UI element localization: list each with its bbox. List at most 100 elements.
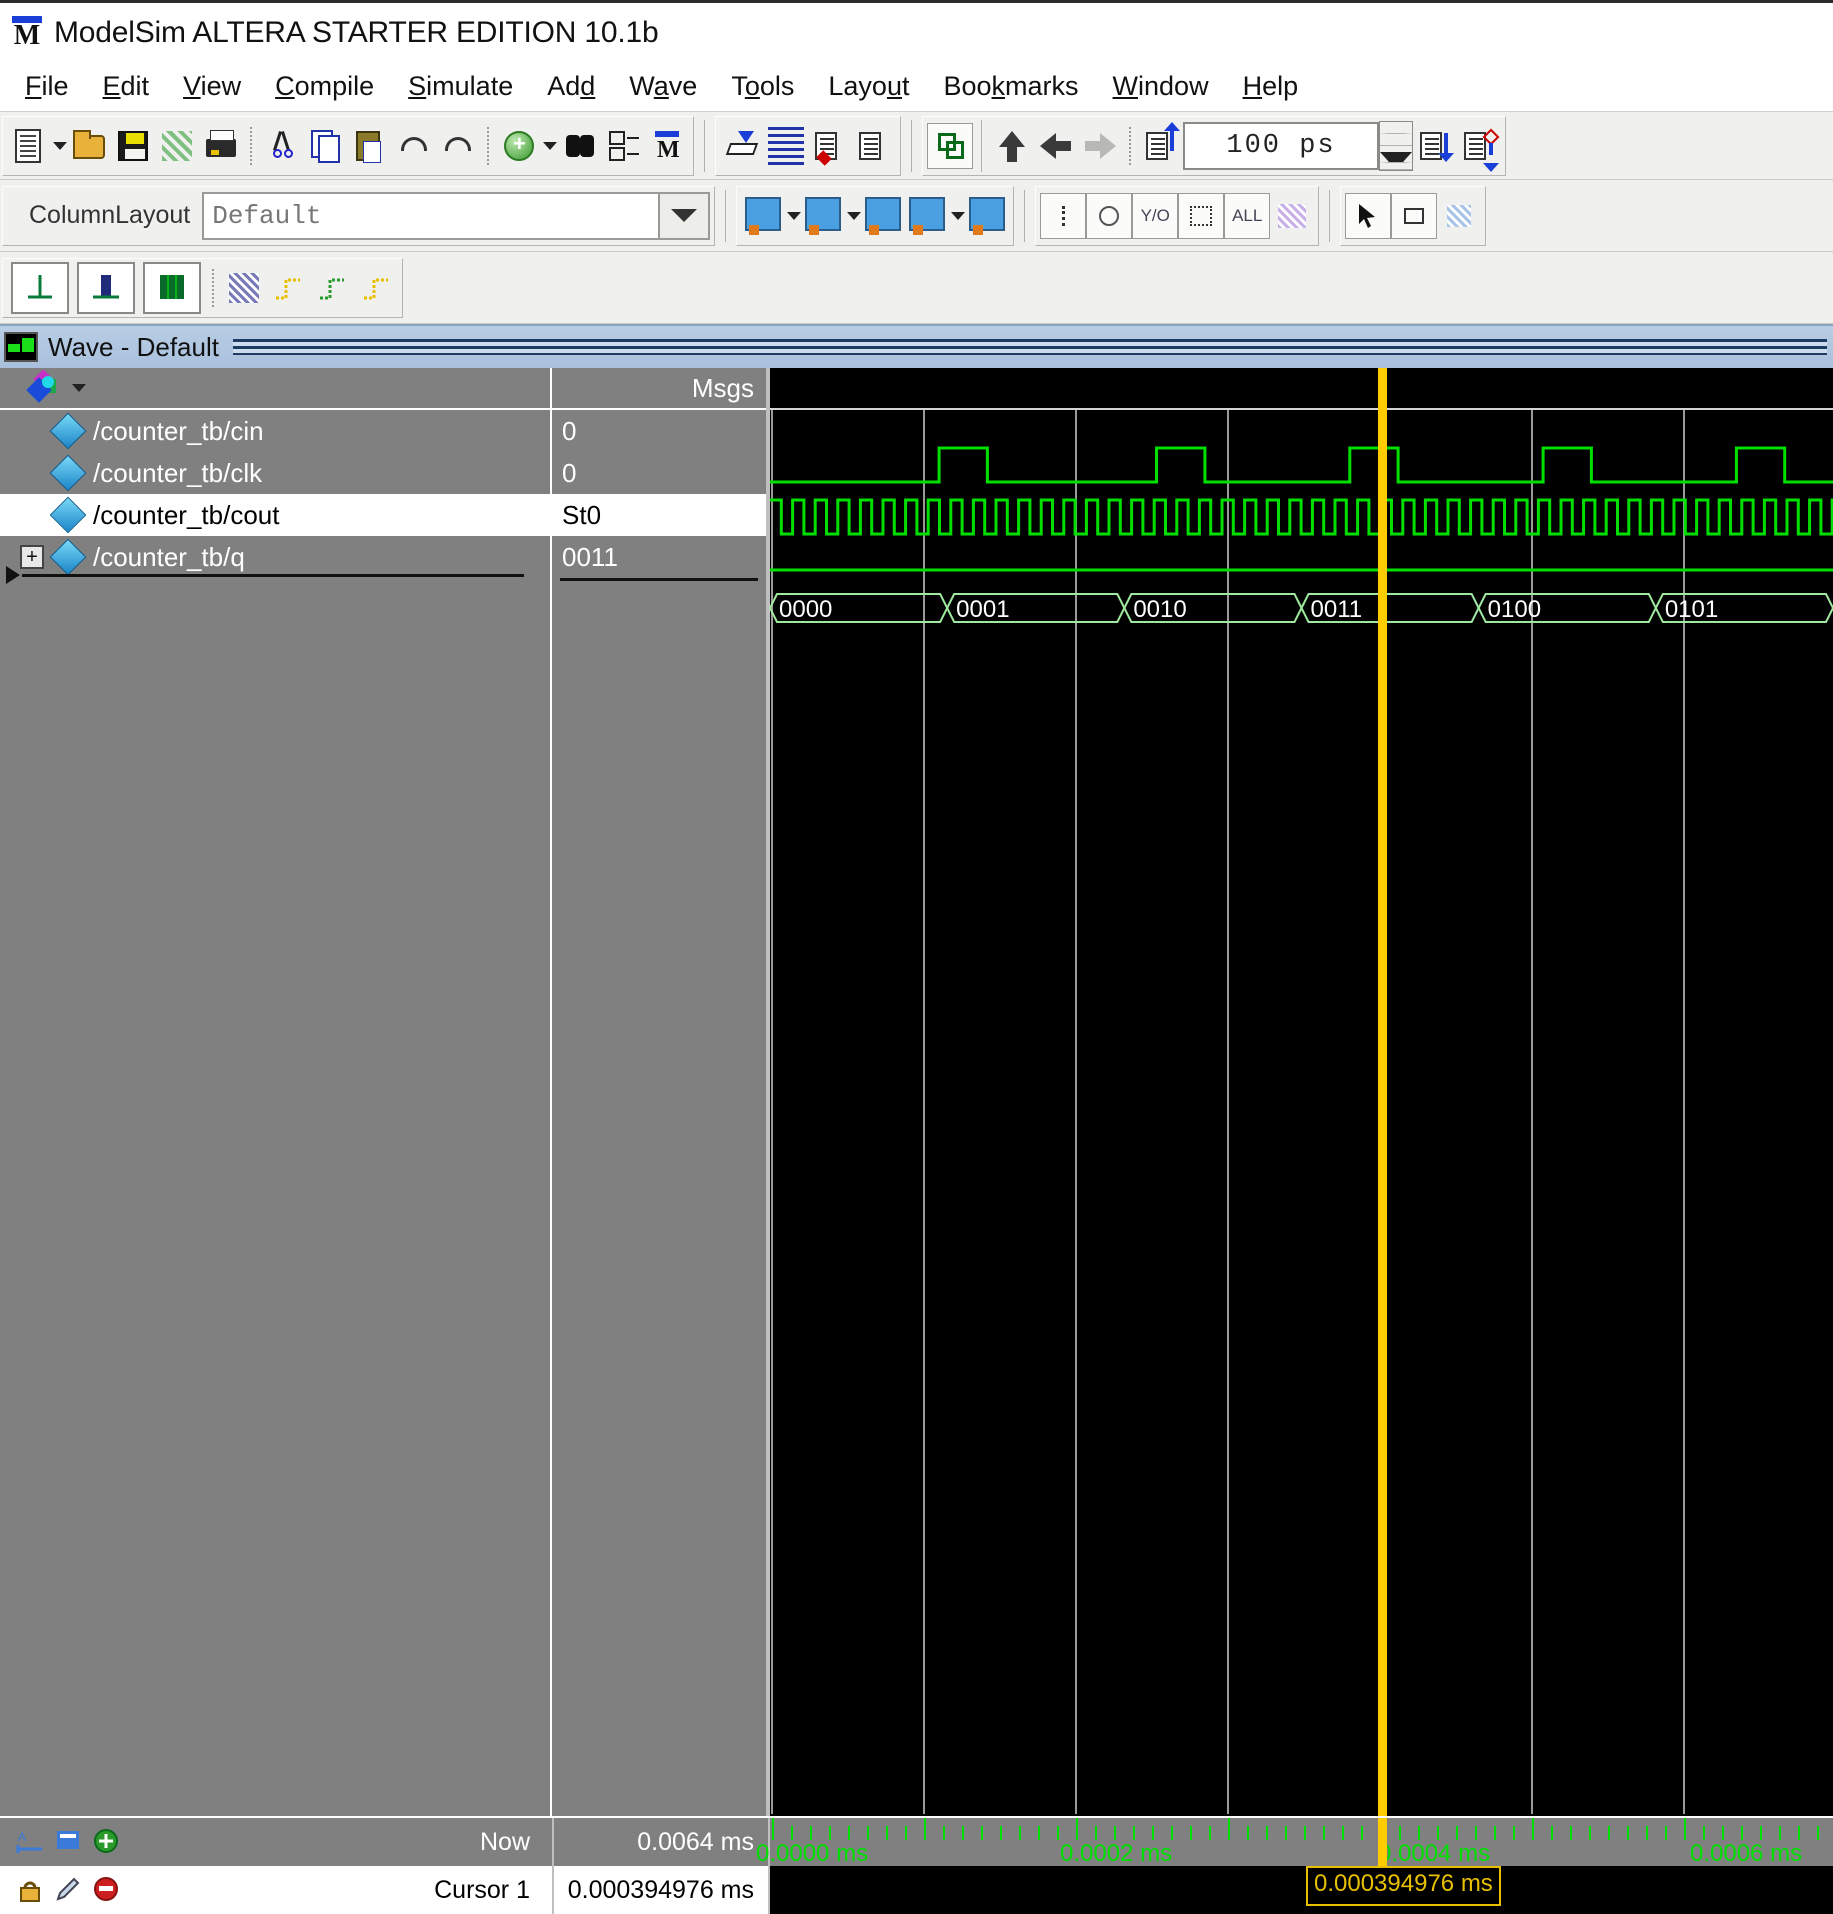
compile-icon[interactable] <box>720 122 764 170</box>
menu-wave[interactable]: Wave <box>612 69 714 104</box>
delete-cursor-icon[interactable] <box>92 1875 122 1905</box>
save-icon[interactable] <box>111 122 155 170</box>
menu-tools[interactable]: Tools <box>714 69 811 104</box>
run-continue-icon[interactable] <box>1457 122 1501 172</box>
grid-icon[interactable] <box>905 192 949 240</box>
waveform-top-band <box>770 368 1833 410</box>
time-ruler[interactable]: 0.0000 ms 0.0002 ms 0.0004 ms 0.0006 ms <box>756 1818 1833 1867</box>
menu-window[interactable]: Window <box>1096 69 1226 104</box>
timeline-area[interactable]: 0.0000 ms 0.0002 ms 0.0004 ms 0.0006 ms 0.0… <box>756 1818 1833 1914</box>
step-back-icon[interactable] <box>1034 122 1078 170</box>
add-wave-icon[interactable] <box>497 122 541 170</box>
undo-icon[interactable] <box>392 122 436 170</box>
insert-cursor-dropdown-icon[interactable] <box>787 211 802 220</box>
columnlayout-combo-input[interactable]: Default <box>202 191 661 240</box>
reload-icon[interactable] <box>155 122 199 170</box>
ruler-tick <box>1171 1826 1173 1840</box>
wave-fill-icon[interactable] <box>222 264 266 312</box>
simulation-time-stepper[interactable] <box>1379 120 1413 171</box>
paste-icon[interactable] <box>348 122 392 170</box>
wave-edit-step3-icon[interactable] <box>354 264 398 312</box>
wave-bus-icon[interactable] <box>143 261 201 314</box>
open-folder-icon[interactable] <box>67 122 111 170</box>
menu-help[interactable]: Help <box>1226 69 1316 104</box>
step-forward-icon[interactable] <box>1078 122 1122 170</box>
new-document-icon[interactable] <box>7 122 51 170</box>
zoom-cursor-dropdown-icon[interactable] <box>847 211 862 220</box>
cursor-label: Cursor 1 <box>434 1875 530 1904</box>
time-stepper-down[interactable] <box>1380 145 1412 170</box>
wave-panel-titlebar[interactable]: Wave - Default <box>0 324 1833 368</box>
chevron-down-icon[interactable] <box>660 191 711 240</box>
arrow-select-icon[interactable] <box>1345 192 1392 239</box>
signal-row-q[interactable]: + /counter_tb/q <box>0 536 550 578</box>
highlight-icon[interactable] <box>1270 192 1314 240</box>
wave-panel-drag-handle[interactable] <box>232 339 1827 355</box>
now-marker-icon[interactable]: A <box>16 1827 46 1857</box>
expand-signal-icon[interactable]: + <box>20 545 44 569</box>
cursor-1-time-label[interactable]: 0.000394976 ms <box>1306 1866 1501 1906</box>
ruler-tick <box>1437 1826 1439 1840</box>
waveform-canvas[interactable]: 0000 0001 0010 0011 0100 0101 <box>768 368 1833 1816</box>
menu-add[interactable]: Add <box>530 69 612 104</box>
zoom-in-cursor-icon[interactable] <box>801 192 845 240</box>
signal-group-icon[interactable] <box>26 369 62 403</box>
copy-icon[interactable] <box>304 122 348 170</box>
cut-icon[interactable] <box>260 122 304 170</box>
signal-row-clk[interactable]: /counter_tb/clk <box>0 452 550 494</box>
menu-layout[interactable]: Layout <box>811 69 926 104</box>
grid-dropdown-icon[interactable] <box>951 211 966 220</box>
redo-icon[interactable] <box>436 122 480 170</box>
zoom-mode-icon[interactable] <box>1437 192 1481 240</box>
wave-snapshot-icon[interactable] <box>54 1827 84 1857</box>
ruler-tick <box>1494 1826 1496 1840</box>
wave-pulse-icon[interactable] <box>77 261 135 314</box>
step-up-icon[interactable] <box>990 122 1034 170</box>
signal-row-cin[interactable]: /counter_tb/cin <box>0 410 550 452</box>
cursor-1-line[interactable] <box>1378 368 1387 1816</box>
menu-edit[interactable]: Edit <box>86 69 167 104</box>
regenerate-icon[interactable] <box>927 122 973 169</box>
menu-simulate[interactable]: Simulate <box>391 69 530 104</box>
lock-cursor-icon[interactable] <box>16 1875 46 1905</box>
menu-compile[interactable]: Compile <box>258 69 391 104</box>
signal-group-dropdown-icon[interactable] <box>72 384 86 392</box>
insert-mode-icon[interactable] <box>1040 192 1087 239</box>
edit-wave-icon[interactable] <box>965 192 1009 240</box>
find-icon[interactable] <box>557 122 601 170</box>
ruler-tick <box>981 1826 983 1840</box>
ruler-tick <box>810 1826 812 1840</box>
wave-edit-step-icon[interactable] <box>266 264 310 312</box>
zoom-box-icon[interactable] <box>1391 192 1438 239</box>
new-document-dropdown-icon[interactable] <box>53 141 67 150</box>
simulate-icon[interactable] <box>808 122 852 170</box>
compile-all-icon[interactable] <box>764 122 808 170</box>
print-icon[interactable] <box>199 122 243 170</box>
cursor-row[interactable]: Cursor 1 <box>0 1866 552 1914</box>
collapse-tree-icon[interactable] <box>601 122 645 170</box>
wave-format-group <box>2 257 403 318</box>
run-all-icon[interactable] <box>1413 122 1457 170</box>
zoom-full-icon[interactable] <box>861 192 905 240</box>
insert-cursor-icon[interactable] <box>741 192 785 240</box>
edit-cursor-icon[interactable] <box>54 1875 84 1905</box>
ruler-tick <box>791 1826 793 1840</box>
add-cursor-icon[interactable] <box>92 1827 122 1857</box>
menu-view[interactable]: View <box>166 69 258 104</box>
time-stepper-up[interactable] <box>1380 121 1412 146</box>
circle-mode-icon[interactable] <box>1086 192 1133 239</box>
end-simulation-icon[interactable] <box>852 122 896 170</box>
run-icon[interactable] <box>1139 122 1183 170</box>
signal-row-cout[interactable]: /counter_tb/cout <box>0 494 550 536</box>
toolbar-separator-3 <box>1129 126 1132 165</box>
modelsim-m-icon[interactable]: M <box>645 122 689 170</box>
menu-file[interactable]: File <box>8 69 86 104</box>
simulation-time-input[interactable]: 100 ps <box>1183 121 1379 170</box>
wave-literal-icon[interactable] <box>11 261 69 314</box>
menu-bookmarks[interactable]: Bookmarks <box>926 69 1095 104</box>
io-mode-icon[interactable]: Y/O <box>1132 192 1179 239</box>
select-region-icon[interactable] <box>1178 192 1225 239</box>
wave-edit-step2-icon[interactable] <box>310 264 354 312</box>
add-wave-dropdown-icon[interactable] <box>543 141 557 150</box>
all-icon[interactable]: ALL <box>1224 192 1271 239</box>
